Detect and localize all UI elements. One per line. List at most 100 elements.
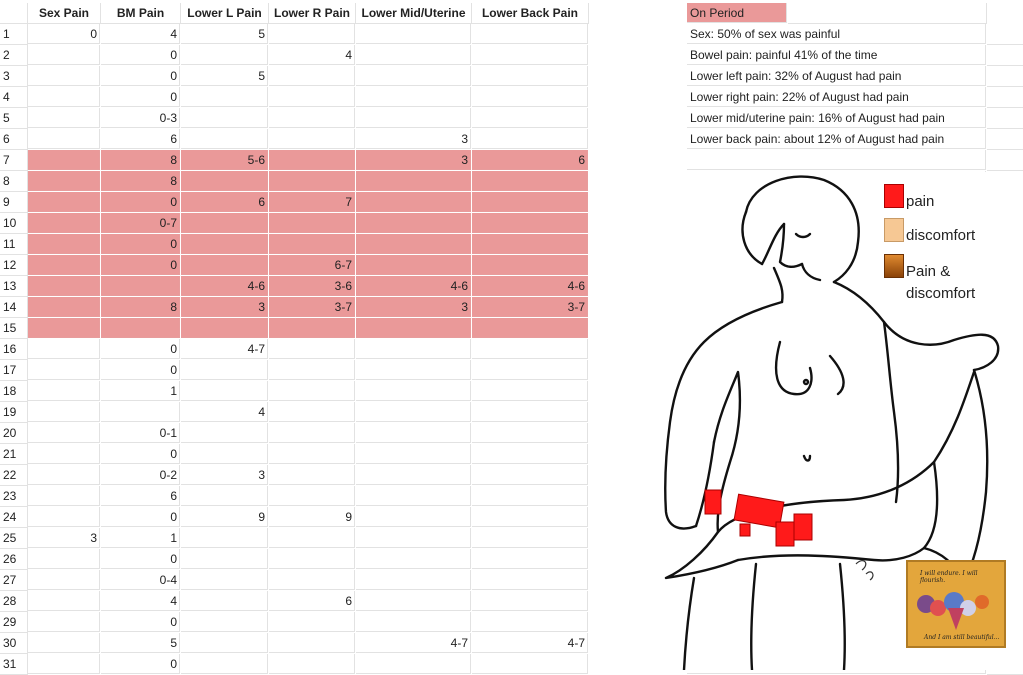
row-number[interactable]: 11 [0,234,28,255]
cell-back[interactable] [472,213,588,233]
cell-sex[interactable] [28,255,100,275]
cell-sex[interactable] [28,276,100,296]
cell-back[interactable] [472,192,588,212]
cell-ll[interactable] [181,234,268,254]
cell-back[interactable] [472,507,588,527]
cell-back[interactable] [472,171,588,191]
cell-mid[interactable] [356,24,471,44]
cell-sex[interactable] [28,402,100,422]
cell-bm[interactable]: 1 [101,381,180,401]
cell-back[interactable] [472,87,588,107]
row-number[interactable]: 15 [0,318,28,339]
cell-bm[interactable]: 0-2 [101,465,180,485]
cell-bm[interactable]: 8 [101,171,180,191]
cell-lr[interactable] [269,87,355,107]
cell-mid[interactable] [356,213,471,233]
note-cell[interactable]: Lower mid/uterine pain: 16% of August ha… [687,108,986,128]
cell-ll[interactable] [181,444,268,464]
cell-sex[interactable] [28,213,100,233]
cell-mid[interactable] [356,612,471,632]
row-number[interactable]: 12 [0,255,28,276]
cell-back[interactable] [472,339,588,359]
cell-mid[interactable] [356,171,471,191]
cell-back[interactable] [472,66,588,86]
cell-back[interactable]: 4-7 [472,633,588,653]
cell-bm[interactable]: 0 [101,507,180,527]
cell-sex[interactable] [28,612,100,632]
cell-mid[interactable] [356,549,471,569]
column-header[interactable]: Lower Back Pain [472,3,589,24]
cell-sex[interactable] [28,150,100,170]
cell-back[interactable] [472,486,588,506]
row-number[interactable]: 29 [0,612,28,633]
row-number[interactable]: 24 [0,507,28,528]
row-number[interactable]: 23 [0,486,28,507]
cell-ll[interactable]: 6 [181,192,268,212]
cell-lr[interactable]: 4 [269,45,355,65]
cell-sex[interactable] [28,339,100,359]
cell-sex[interactable] [28,318,100,338]
cell-mid[interactable] [356,591,471,611]
cell-lr[interactable]: 6-7 [269,255,355,275]
cell-sex[interactable] [28,591,100,611]
cell-lr[interactable] [269,549,355,569]
column-header[interactable]: BM Pain [101,3,181,24]
cell-bm[interactable]: 8 [101,297,180,317]
cell-bm[interactable]: 1 [101,528,180,548]
cell-ll[interactable] [181,570,268,590]
row-number[interactable]: 28 [0,591,28,612]
cell-sex[interactable] [28,654,100,674]
cell-sex[interactable] [28,45,100,65]
empty-cell[interactable] [788,3,987,24]
cell-lr[interactable] [269,150,355,170]
cell-ll[interactable] [181,318,268,338]
cell-mid[interactable] [356,66,471,86]
period-legend-cell[interactable]: On Period [687,3,787,23]
cell-sex[interactable] [28,423,100,443]
cell-back[interactable] [472,129,588,149]
note-cell[interactable]: Sex: 50% of sex was painful [687,24,986,44]
empty-cell[interactable] [987,66,1023,87]
cell-back[interactable] [472,360,588,380]
cell-lr[interactable] [269,360,355,380]
note-cell[interactable] [687,150,986,170]
cell-lr[interactable] [269,213,355,233]
empty-cell[interactable] [987,108,1023,129]
cell-ll[interactable]: 4 [181,402,268,422]
corner-cell[interactable] [0,3,28,24]
cell-lr[interactable] [269,402,355,422]
cell-bm[interactable]: 6 [101,129,180,149]
cell-mid[interactable] [356,654,471,674]
cell-ll[interactable] [181,381,268,401]
cell-bm[interactable]: 0 [101,234,180,254]
column-header[interactable]: Sex Pain [28,3,101,24]
row-number[interactable]: 18 [0,381,28,402]
cell-back[interactable] [472,45,588,65]
cell-mid[interactable]: 4-7 [356,633,471,653]
note-cell[interactable]: Lower left pain: 32% of August had pain [687,66,986,86]
cell-ll[interactable] [181,591,268,611]
cell-mid[interactable] [356,570,471,590]
cell-bm[interactable]: 0 [101,255,180,275]
cell-bm[interactable]: 4 [101,24,180,44]
cell-ll[interactable] [181,654,268,674]
row-number[interactable]: 10 [0,213,28,234]
cell-bm[interactable]: 0 [101,549,180,569]
cell-back[interactable] [472,654,588,674]
cell-lr[interactable] [269,318,355,338]
cell-mid[interactable] [356,234,471,254]
cell-mid[interactable] [356,528,471,548]
row-number[interactable]: 27 [0,570,28,591]
cell-sex[interactable] [28,87,100,107]
note-cell[interactable]: Lower back pain: about 12% of August had… [687,129,986,149]
row-number[interactable]: 1 [0,24,28,45]
cell-lr[interactable] [269,633,355,653]
cell-mid[interactable] [356,318,471,338]
row-number[interactable]: 22 [0,465,28,486]
row-number[interactable]: 14 [0,297,28,318]
cell-lr[interactable] [269,444,355,464]
cell-bm[interactable]: 0 [101,192,180,212]
cell-lr[interactable] [269,528,355,548]
row-number[interactable]: 13 [0,276,28,297]
cell-bm[interactable]: 0 [101,612,180,632]
